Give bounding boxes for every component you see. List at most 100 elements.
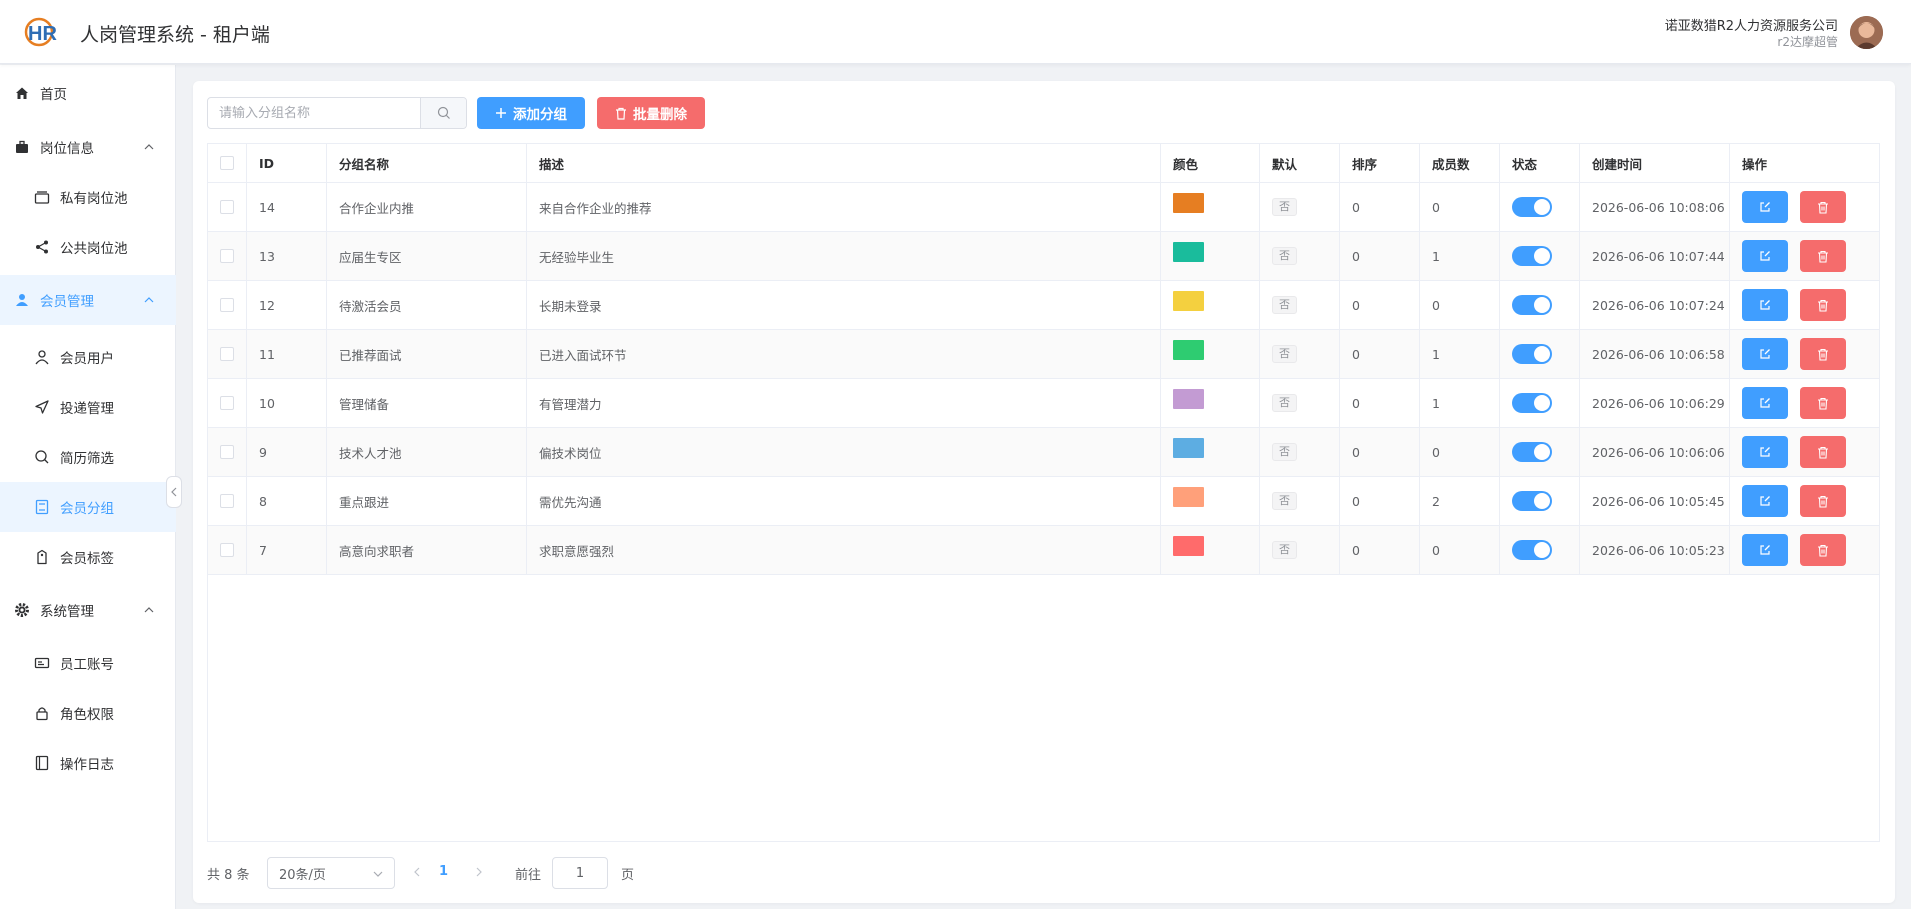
home-icon bbox=[14, 85, 30, 101]
select-all-checkbox[interactable] bbox=[220, 156, 234, 170]
cell-members: 0 bbox=[1420, 526, 1500, 574]
row-checkbox[interactable] bbox=[220, 200, 234, 214]
sidebar-item-member-management[interactable]: 会员管理 bbox=[0, 275, 176, 325]
row-checkbox[interactable] bbox=[220, 543, 234, 557]
delete-button[interactable] bbox=[1800, 485, 1846, 517]
row-checkbox[interactable] bbox=[220, 494, 234, 508]
search-button[interactable] bbox=[420, 98, 466, 128]
edit-icon bbox=[1760, 349, 1770, 359]
prev-page-button[interactable] bbox=[411, 865, 423, 883]
delete-button[interactable] bbox=[1800, 289, 1846, 321]
sidebar-item-private-jobs[interactable]: 私有岗位池 bbox=[0, 172, 176, 222]
batch-delete-label: 批量删除 bbox=[633, 107, 687, 123]
table-row: 10 管理储备 有管理潜力 否 0 1 2026-06-06 10:06:29 bbox=[208, 379, 1879, 428]
row-checkbox[interactable] bbox=[220, 396, 234, 410]
next-page-button[interactable] bbox=[473, 865, 485, 883]
col-actions: 操作 bbox=[1742, 156, 1768, 172]
sidebar-item-label: 公共岗位池 bbox=[60, 241, 128, 257]
trash-icon bbox=[1818, 201, 1828, 214]
default-tag: 否 bbox=[1272, 198, 1297, 216]
cell-id: 11 bbox=[247, 330, 327, 378]
sidebar-item-label: 角色权限 bbox=[60, 707, 114, 723]
table-header: ID 分组名称 描述 颜色 默认 排序 成员数 状态 创建时间 操作 bbox=[208, 144, 1879, 183]
hr-logo: HR bbox=[24, 16, 68, 48]
default-tag: 否 bbox=[1272, 541, 1297, 559]
delete-button[interactable] bbox=[1800, 240, 1846, 272]
page-size-select[interactable]: 20条/页 bbox=[267, 857, 395, 889]
chevron-right-icon bbox=[476, 867, 482, 877]
delete-button[interactable] bbox=[1800, 191, 1846, 223]
delete-button[interactable] bbox=[1800, 387, 1846, 419]
tag-icon bbox=[34, 549, 50, 565]
cell-name: 待激活会员 bbox=[327, 281, 527, 329]
cell-name: 合作企业内推 bbox=[327, 183, 527, 231]
sidebar-item-label: 投递管理 bbox=[60, 401, 114, 417]
row-checkbox[interactable] bbox=[220, 249, 234, 263]
row-checkbox[interactable] bbox=[220, 298, 234, 312]
sidebar-item-label: 会员管理 bbox=[40, 294, 94, 310]
cell-created: 2026-06-06 10:06:29 bbox=[1580, 379, 1730, 427]
color-swatch bbox=[1173, 193, 1204, 213]
sidebar-item-home[interactable]: 首页 bbox=[0, 68, 176, 118]
table-row: 14 合作企业内推 来自合作企业的推荐 否 0 0 2026-06-06 10:08:06 bbox=[208, 183, 1879, 232]
page-number-current[interactable]: 1 bbox=[439, 864, 448, 879]
edit-button[interactable] bbox=[1742, 534, 1788, 566]
edit-icon bbox=[1760, 202, 1770, 212]
trash-icon bbox=[1818, 397, 1828, 410]
search-box bbox=[207, 97, 467, 129]
sidebar-item-member-users[interactable]: 会员用户 bbox=[0, 332, 176, 382]
status-toggle[interactable] bbox=[1512, 393, 1552, 413]
status-toggle[interactable] bbox=[1512, 442, 1552, 462]
sidebar-item-operation-logs[interactable]: 操作日志 bbox=[0, 738, 176, 788]
status-toggle[interactable] bbox=[1512, 540, 1552, 560]
goto-page-input[interactable] bbox=[552, 857, 608, 889]
sidebar-item-label: 会员分组 bbox=[60, 501, 114, 517]
cell-desc: 偏技术岗位 bbox=[527, 428, 1161, 476]
edit-button[interactable] bbox=[1742, 387, 1788, 419]
delete-button[interactable] bbox=[1800, 534, 1846, 566]
sidebar-item-role-permissions[interactable]: 角色权限 bbox=[0, 688, 176, 738]
status-toggle[interactable] bbox=[1512, 295, 1552, 315]
status-toggle[interactable] bbox=[1512, 197, 1552, 217]
status-toggle[interactable] bbox=[1512, 344, 1552, 364]
add-group-button[interactable]: 添加分组 bbox=[477, 97, 585, 129]
user-icon bbox=[14, 292, 30, 308]
sidebar-item-public-jobs[interactable]: 公共岗位池 bbox=[0, 222, 176, 272]
delete-button[interactable] bbox=[1800, 338, 1846, 370]
row-checkbox[interactable] bbox=[220, 445, 234, 459]
sidebar-item-resume-filter[interactable]: 简历筛选 bbox=[0, 432, 176, 482]
cell-sort: 0 bbox=[1340, 428, 1420, 476]
sidebar-item-member-tags[interactable]: 会员标签 bbox=[0, 532, 176, 582]
batch-delete-button[interactable]: 批量删除 bbox=[597, 97, 705, 129]
color-swatch bbox=[1173, 389, 1204, 409]
sidebar-item-job-info[interactable]: 岗位信息 bbox=[0, 122, 176, 172]
cell-created: 2026-06-06 10:07:24 bbox=[1580, 281, 1730, 329]
table-row: 7 高意向求职者 求职意愿强烈 否 0 0 2026-06-06 10:05:23 bbox=[208, 526, 1879, 575]
delete-button[interactable] bbox=[1800, 436, 1846, 468]
sidebar-item-system-management[interactable]: 系统管理 bbox=[0, 585, 176, 635]
edit-button[interactable] bbox=[1742, 436, 1788, 468]
status-toggle[interactable] bbox=[1512, 246, 1552, 266]
default-tag: 否 bbox=[1272, 345, 1297, 363]
sidebar-collapse-button[interactable] bbox=[166, 476, 182, 508]
sidebar-item-delivery[interactable]: 投递管理 bbox=[0, 382, 176, 432]
edit-button[interactable] bbox=[1742, 191, 1788, 223]
edit-button[interactable] bbox=[1742, 240, 1788, 272]
edit-button[interactable] bbox=[1742, 338, 1788, 370]
edit-button[interactable] bbox=[1742, 289, 1788, 321]
sidebar-item-staff-accounts[interactable]: 员工账号 bbox=[0, 638, 176, 688]
cell-id: 14 bbox=[247, 183, 327, 231]
cell-sort: 0 bbox=[1340, 281, 1420, 329]
app-title: 人岗管理系统 - 租户端 bbox=[80, 24, 270, 46]
sidebar-item-label: 员工账号 bbox=[60, 657, 114, 673]
cell-id: 9 bbox=[247, 428, 327, 476]
status-toggle[interactable] bbox=[1512, 491, 1552, 511]
row-checkbox[interactable] bbox=[220, 347, 234, 361]
search-input[interactable] bbox=[208, 98, 422, 128]
edit-icon bbox=[1760, 251, 1770, 261]
color-swatch bbox=[1173, 487, 1204, 507]
edit-button[interactable] bbox=[1742, 485, 1788, 517]
sidebar-item-member-groups[interactable]: 会员分组 bbox=[0, 482, 176, 532]
cell-desc: 求职意愿强烈 bbox=[527, 526, 1161, 574]
avatar[interactable] bbox=[1850, 16, 1883, 49]
